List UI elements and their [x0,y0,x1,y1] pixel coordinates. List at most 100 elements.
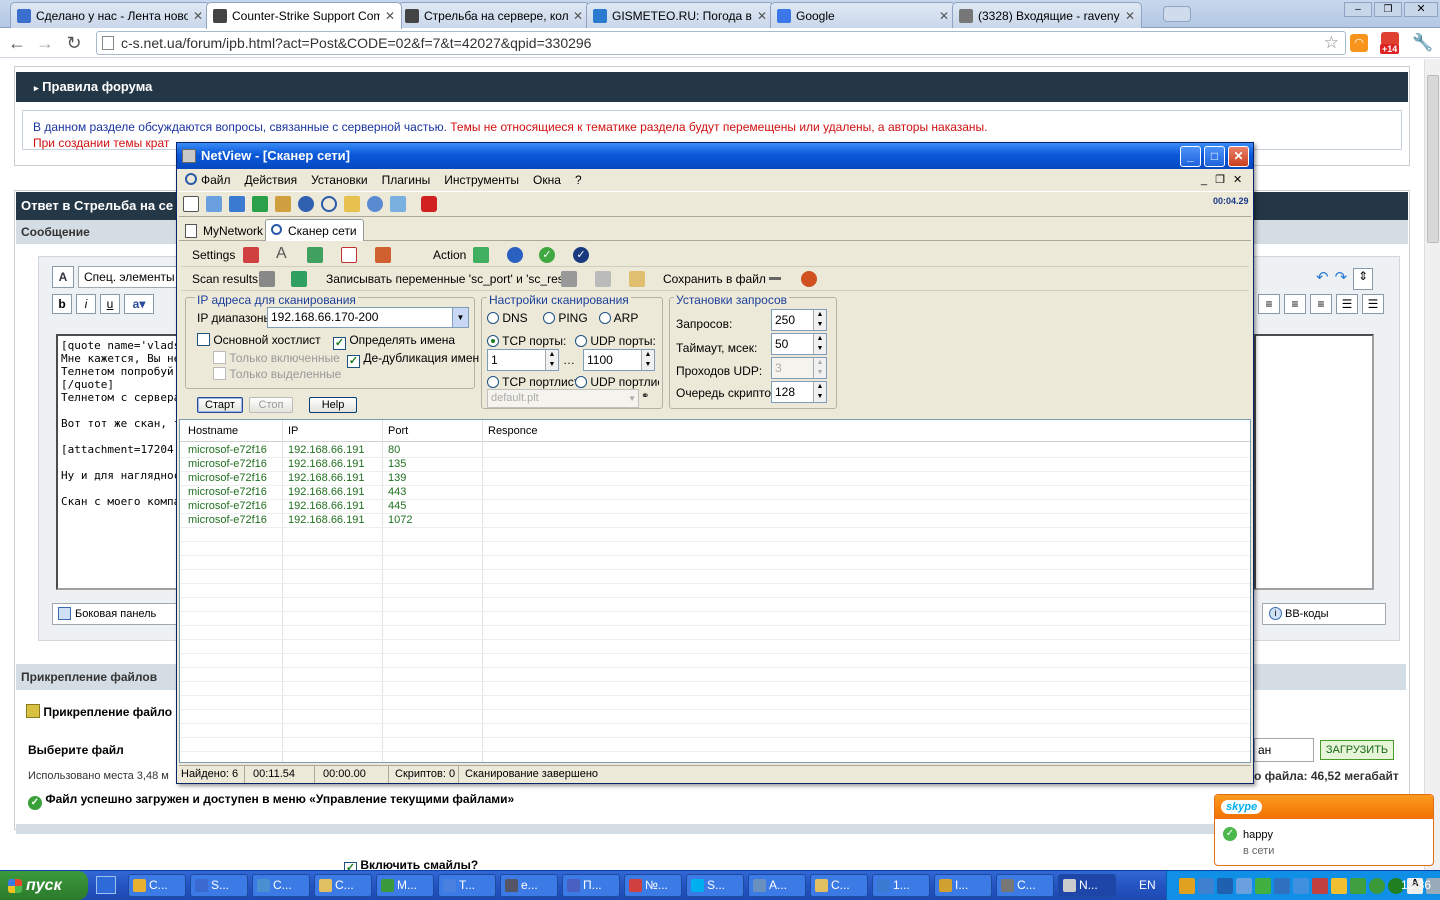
bullet-list-icon[interactable]: ☰ [1362,294,1384,314]
disk-icon[interactable] [561,271,577,287]
tools-icon[interactable] [275,196,291,212]
taskbar-button[interactable]: 1... [872,874,930,897]
special-elements-select[interactable]: Спец. элементы [78,266,178,288]
check-blue-icon[interactable]: ✓ [573,247,589,263]
tray-icon[interactable] [1350,878,1366,894]
tab-close-icon[interactable]: ✕ [1125,9,1135,23]
dedup-names-option[interactable]: ✓ Де-дубликация имен [347,351,479,368]
stop-button[interactable]: Стоп [249,397,293,413]
results-table[interactable]: Hostname IP Port Responce microsof-e72f16 19… [179,419,1251,763]
grid-icon[interactable] [307,247,323,263]
udp-passes-spinner[interactable]: ▲ ▼ [813,358,826,378]
network-icon[interactable] [252,196,268,212]
font-color-button[interactable]: a▾ [124,294,154,314]
port-from-input[interactable]: 1 ▲ ▼ [487,349,559,371]
minimize-icon[interactable]: – [1344,2,1372,17]
restore-icon[interactable]: ❐ [1374,2,1402,17]
tray-icon[interactable] [1255,878,1271,894]
requests-spinner[interactable]: ▲ ▼ [813,310,826,330]
only-selected-checkbox[interactable] [213,367,226,380]
tray-icon[interactable] [1312,878,1328,894]
taskbar-button[interactable]: С... [128,874,186,897]
address-bar[interactable]: c-s.net.ua/forum/ipb.html?act=Post&CODE=… [96,31,1346,55]
show-desktop-icon[interactable] [96,876,116,894]
bb-codes-button[interactable]: i BB-коды [1262,603,1386,625]
script-queue-spinner[interactable]: ▲ ▼ [813,382,826,402]
menu-item[interactable]: Окна [533,173,561,187]
table-row[interactable]: microsof-e72f16 192.168.66.191 135 [180,458,1250,472]
bold-button[interactable]: b [52,294,72,314]
arp-option[interactable]: ARP [599,311,638,325]
dns-option[interactable]: DNS [487,311,528,325]
table-row[interactable]: microsof-e72f16 192.168.66.191 80 [180,444,1250,458]
ip-range-input[interactable]: 192.168.66.170-200 ▼ [267,307,469,328]
align-center-icon[interactable]: ≡ [1284,294,1306,314]
upload-button[interactable]: ЗАГРУЗИТЬ [1320,740,1394,760]
menu-item[interactable]: Инструменты [444,173,519,187]
wrench-icon[interactable]: 🔧 [1412,33,1433,53]
start-button[interactable]: Старт [197,397,243,413]
menu-item[interactable]: Действия [245,173,298,187]
menu-item[interactable]: Установки [311,173,367,187]
link-icon[interactable]: ⚭ [641,391,649,402]
taskbar-button[interactable]: П... [562,874,620,897]
font-style-icon[interactable]: A [52,266,74,288]
power-icon[interactable] [421,196,437,212]
dedup-names-checkbox[interactable]: ✓ [347,355,360,368]
tray-icon[interactable] [1236,878,1252,894]
netview-close-button[interactable]: ✕ [1228,146,1249,167]
stop-icon[interactable] [801,271,817,287]
align-left-icon[interactable]: ≡ [1258,294,1280,314]
port-to-input[interactable]: 1100 ▲ ▼ [583,349,655,371]
taskbar-button[interactable]: С... [996,874,1054,897]
column-header[interactable]: Hostname [188,420,238,442]
tcp-portlist-radio[interactable] [487,376,499,388]
tab-mynetwork[interactable]: MyNetwork [183,221,269,241]
chevron-down-icon[interactable]: ▼ [452,308,468,327]
underline-button[interactable]: u [100,294,120,314]
browser-tab[interactable]: (3328) Входящие - ravenyd ✕ [952,2,1142,28]
udp-passes-input[interactable]: 3 ▲ ▼ [771,357,827,379]
resolve-names-checkbox[interactable]: ✓ [333,337,346,350]
column-header[interactable]: Responce [488,420,538,442]
script-queue-input[interactable]: 128 ▲ ▼ [771,381,827,403]
extension-icon[interactable]: +14 [1378,32,1404,56]
tab-scanner[interactable]: Сканер сети [265,219,364,241]
tools-cross-icon[interactable] [375,247,391,263]
port-to-spinner[interactable]: ▲ ▼ [641,350,654,370]
window-icon[interactable] [341,247,357,263]
udp-portlist-option[interactable]: UDP портлис [575,375,659,389]
taskbar-button[interactable]: №... [624,874,682,897]
taskbar-button[interactable]: С... [810,874,868,897]
open-icon[interactable] [206,196,222,212]
check-green-icon[interactable]: ✓ [539,247,555,263]
tray-icon[interactable] [1293,878,1309,894]
tray-icon[interactable] [1217,878,1233,894]
tab-close-icon[interactable]: ✕ [757,9,767,23]
help-button[interactable]: Help [309,397,357,413]
browser-tab[interactable]: GISMETEO.RU: Погода в Сан ✕ [586,2,774,28]
forward-icon[interactable]: → [34,32,56,54]
tcp-ports-option[interactable]: TCP порты: [487,334,566,348]
table-row[interactable]: microsof-e72f16 192.168.66.191 139 [180,472,1250,486]
rules-header[interactable]: ▸ Правила форума [16,72,1408,102]
tab-close-icon[interactable]: ✕ [573,9,583,23]
taskbar-button[interactable]: С... [314,874,372,897]
undo-icon[interactable]: ↶ [1316,268,1329,290]
rss-icon[interactable]: ◠ [1350,34,1368,52]
taskbar-button[interactable]: С... [252,874,310,897]
side-panel-button[interactable]: Боковая панель [52,603,182,625]
scrollbar-thumb[interactable] [1427,75,1439,243]
tray-icon[interactable] [1274,878,1290,894]
ping-option[interactable]: PING [543,311,588,325]
only-enabled-checkbox[interactable] [213,351,226,364]
star-icon[interactable]: ☆ [1324,32,1339,54]
menu-item[interactable]: ? [575,173,582,187]
tab-close-icon[interactable]: ✕ [385,9,395,23]
redo-icon[interactable]: ↷ [1335,268,1348,290]
add-icon[interactable] [291,271,307,287]
menu-item[interactable]: Файл [201,173,231,187]
chat-icon[interactable] [367,196,383,212]
message-textarea[interactable]: [quote name='vlads Мне кажется, Вы не Телн… [56,334,180,590]
browser-tab[interactable]: Google ✕ [770,2,956,28]
